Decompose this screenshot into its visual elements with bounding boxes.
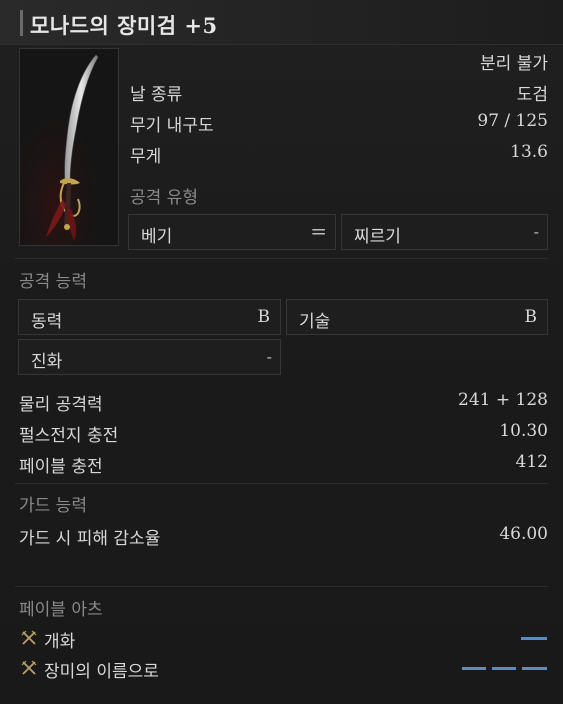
unique-note: 분리 불가 [480,54,548,74]
durability-value: 97 / 125 [477,111,548,131]
blade-type-value: 도검 [516,85,548,105]
fable-arts-heading: 페이블 아츠 [19,600,103,620]
item-tooltip-panel: 모나드의 장미검 +5 분리 불가 날 종류 도검 무기 내구도 97 / 12… [0,0,563,704]
fable-art-1-label: 개화 [44,632,76,652]
fable-art-2-slot [462,667,486,670]
evolution-value: - [266,347,272,366]
evolution-stat: 진화 - [18,339,281,375]
fable-charge-label: 페이블 충전 [19,457,103,477]
divider [15,483,548,484]
weight-label: 무게 [130,147,162,167]
title-bar: 모나드의 장미검 +5 [0,0,563,45]
item-title: 모나드의 장미검 +5 [30,10,218,40]
attack-ability-heading: 공격 능력 [19,272,87,292]
title-accent [20,10,23,36]
skill-label: 기술 [299,312,331,332]
pulse-charge-value: 10.30 [499,421,548,441]
item-upgrade: +5 [184,13,218,38]
item-name: 모나드의 장미검 [30,14,177,38]
sabre-icon [20,49,118,245]
attack-type-primary-label: 베기 [141,227,173,247]
power-stat: 동력 B [18,299,281,335]
skill-grade: B [524,307,538,327]
attack-type-secondary-label: 찌르기 [354,227,401,247]
pulse-charge-label: 펄스전지 충전 [19,426,119,446]
fable-charge-value: 412 [515,452,548,472]
crossed-swords-icon [21,660,37,675]
weight-value: 13.6 [510,142,548,162]
crossed-swords-icon [21,630,37,645]
power-label: 동력 [31,312,63,332]
power-grade: B [257,307,271,327]
blade-type-label: 날 종류 [130,85,183,105]
phys-attack-label: 물리 공격력 [19,395,103,415]
attack-type-secondary: 찌르기 - [341,214,548,250]
attack-type-heading: 공격 유형 [130,188,198,208]
guard-reduction-value: 46.00 [499,524,548,544]
weapon-image [19,48,119,246]
durability-label: 무기 내구도 [130,116,214,136]
fable-art-2-slot [522,667,547,670]
divider [15,258,548,259]
attack-type-primary-sign: = [310,219,327,243]
divider [15,586,548,587]
phys-attack-value: 241 + 128 [458,390,548,410]
guard-heading: 가드 능력 [19,496,87,516]
fable-art-1-slot [521,637,547,640]
skill-stat: 기술 B [286,299,548,335]
fable-art-2-slot [492,667,516,670]
fable-art-2-label: 장미의 이름으로 [44,662,159,682]
guard-reduction-label: 가드 시 피해 감소율 [19,529,161,549]
evolution-label: 진화 [31,352,63,372]
attack-type-secondary-value: - [533,222,539,241]
attack-type-primary: 베기 = [128,214,336,250]
